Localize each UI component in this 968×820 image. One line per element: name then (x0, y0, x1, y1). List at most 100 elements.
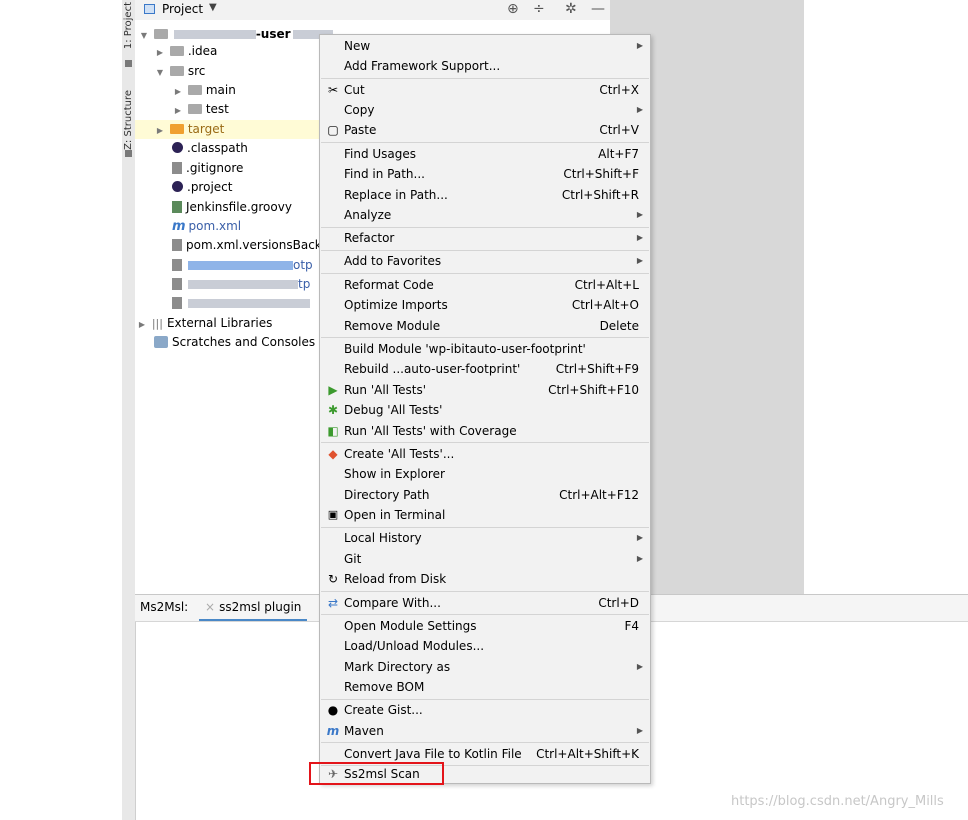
menu-item-paste[interactable]: ▢ Paste Ctrl+V (320, 120, 650, 140)
menu-shortcut: Ctrl+Alt+L (574, 278, 639, 292)
menu-item-module-settings[interactable]: Open Module Settings F4 (320, 616, 650, 636)
menu-item-build-module[interactable]: Build Module 'wp-ibitauto-user-footprint… (320, 339, 650, 359)
menu-item-create-gist[interactable]: ● Create Gist... (320, 700, 650, 720)
tree-item-redacted-1[interactable]: otp (172, 256, 313, 275)
menu-item-remove-bom[interactable]: Remove BOM (320, 677, 650, 697)
tree-item-label: target (187, 122, 225, 136)
menu-item-find-in-path[interactable]: Find in Path... Ctrl+Shift+F (320, 164, 650, 184)
menu-item-analyze[interactable]: Analyze ▶ (320, 205, 650, 225)
submenu-arrow-icon: ▶ (636, 233, 643, 242)
menu-item-add-framework[interactable]: Add Framework Support... (320, 56, 650, 76)
tree-item-test[interactable]: ▶ test (172, 100, 229, 119)
menu-item-optimize-imports[interactable]: Optimize Imports Ctrl+Alt+O (320, 295, 650, 315)
tree-item-pom[interactable]: m pom.xml (172, 217, 241, 236)
redacted-text (188, 261, 293, 270)
menu-item-replace-in-path[interactable]: Replace in Path... Ctrl+Shift+R (320, 185, 650, 205)
tree-item-idea[interactable]: ▶ .idea (154, 42, 217, 61)
menu-item-convert-kotlin[interactable]: Convert Java File to Kotlin File Ctrl+Alt… (320, 744, 650, 764)
folder-icon (187, 103, 202, 114)
menu-item-directory-path[interactable]: Directory Path Ctrl+Alt+F12 (320, 485, 650, 505)
expand-arrow-icon[interactable]: ▼ (138, 26, 150, 45)
tree-item-src[interactable]: ▼ src (154, 62, 205, 81)
tree-item-label: tp (298, 277, 311, 291)
menu-label: Refactor (344, 231, 395, 245)
menu-item-compare-with[interactable]: ⇄ Compare With... Ctrl+D (320, 593, 650, 613)
tree-item-label: Scratches and Consoles (172, 335, 316, 349)
menu-label: Show in Explorer (344, 467, 445, 481)
gear-icon[interactable]: ✲ (565, 1, 577, 17)
menu-item-rebuild[interactable]: Rebuild ...auto-user-footprint' Ctrl+Shif… (320, 359, 650, 379)
menu-shortcut: F4 (624, 619, 639, 633)
expand-arrow-icon[interactable]: ▶ (154, 43, 166, 62)
menu-item-find-usages[interactable]: Find Usages Alt+F7 (320, 144, 650, 164)
tree-item-external-libraries[interactable]: ▶ ||| External Libraries (136, 314, 272, 333)
tree-item-main[interactable]: ▶ main (172, 81, 236, 100)
redacted-text (173, 30, 256, 39)
expand-arrow-icon[interactable]: ▶ (154, 121, 166, 140)
menu-item-load-unload[interactable]: Load/Unload Modules... (320, 636, 650, 656)
menu-item-open-terminal[interactable]: ▣ Open in Terminal (320, 505, 650, 525)
tree-item-classpath[interactable]: .classpath (172, 139, 248, 158)
menu-label: Copy (344, 103, 375, 117)
tree-item-target[interactable]: ▶ target (154, 120, 224, 139)
menu-item-reformat[interactable]: Reformat Code Ctrl+Alt+L (320, 275, 650, 295)
tab-ss2msl-plugin[interactable]: × ss2msl plugin (199, 595, 308, 621)
submenu-arrow-icon: ▶ (636, 662, 643, 671)
menu-item-remove-module[interactable]: Remove Module Delete (320, 316, 650, 336)
tree-item-gitignore[interactable]: .gitignore (172, 159, 243, 178)
close-icon[interactable]: × (205, 600, 215, 614)
menu-shortcut: Delete (599, 319, 639, 333)
submenu-arrow-icon: ▶ (636, 726, 643, 735)
menu-label: Replace in Path... (344, 188, 448, 202)
run-icon: ▶ (328, 383, 338, 397)
project-side-tab[interactable]: 1: Project (122, 2, 135, 49)
menu-item-refactor[interactable]: Refactor ▶ (320, 228, 650, 248)
menu-separator (321, 337, 649, 338)
tab-label: ss2msl plugin (219, 600, 302, 614)
tree-item-project[interactable]: .project (172, 178, 232, 197)
crosshair-icon[interactable]: ⊕ (507, 1, 519, 17)
menu-separator (321, 614, 649, 615)
menu-item-run-coverage[interactable]: ◧ Run 'All Tests' with Coverage (320, 421, 650, 441)
menu-shortcut: Ctrl+V (599, 123, 639, 137)
menu-label: Create 'All Tests'... (344, 447, 455, 461)
expand-arrow-icon[interactable]: ▶ (172, 101, 184, 120)
collapse-icon[interactable]: ÷ (533, 1, 545, 17)
menu-label: Run 'All Tests' (344, 383, 426, 397)
menu-item-new[interactable]: New ▶ (320, 36, 650, 56)
maven-icon: m (326, 724, 340, 738)
tree-item-scratches[interactable]: Scratches and Consoles (154, 333, 315, 352)
tree-item-redacted-3[interactable] (172, 294, 310, 313)
menu-label: Cut (344, 83, 365, 97)
tree-item-jenkinsfile[interactable]: Jenkinsfile.groovy (172, 198, 292, 217)
menu-item-git[interactable]: Git ▶ (320, 549, 650, 569)
minimize-icon[interactable]: — (591, 1, 605, 17)
tree-item-label: Jenkinsfile.groovy (186, 200, 292, 214)
menu-item-mark-directory[interactable]: Mark Directory as ▶ (320, 657, 650, 677)
expand-arrow-icon[interactable]: ▶ (172, 82, 184, 101)
annotation-highlight-box (309, 762, 444, 785)
menu-item-run-tests[interactable]: ▶ Run 'All Tests' Ctrl+Shift+F10 (320, 380, 650, 400)
menu-item-debug-tests[interactable]: ✱ Debug 'All Tests' (320, 400, 650, 420)
debug-bug-icon: ✱ (327, 403, 339, 417)
menu-item-create-tests[interactable]: ◆ Create 'All Tests'... (320, 444, 650, 464)
tree-item-redacted-2[interactable]: tp (172, 275, 310, 294)
tree-item-label: .idea (187, 44, 218, 58)
menu-item-maven[interactable]: m Maven ▶ (320, 721, 650, 741)
expand-arrow-icon[interactable]: ▼ (154, 63, 166, 82)
folder-orange-icon (169, 123, 184, 134)
chevron-down-icon[interactable]: ▼ (209, 2, 217, 13)
file-icon (172, 296, 182, 309)
menu-item-show-explorer[interactable]: Show in Explorer (320, 464, 650, 484)
menu-item-local-history[interactable]: Local History ▶ (320, 528, 650, 548)
menu-item-reload-disk[interactable]: ↻ Reload from Disk (320, 569, 650, 589)
menu-item-copy[interactable]: Copy ▶ (320, 100, 650, 120)
menu-item-add-favorites[interactable]: Add to Favorites ▶ (320, 251, 650, 271)
structure-side-tab[interactable]: Z: Structure (122, 90, 135, 150)
project-view-selector[interactable]: Project (162, 2, 203, 16)
gitignore-icon (172, 161, 182, 174)
tree-item-pom-backup[interactable]: pom.xml.versionsBacku (172, 236, 329, 255)
expand-arrow-icon[interactable]: ▶ (136, 315, 148, 334)
menu-item-cut[interactable]: ✂ Cut Ctrl+X (320, 80, 650, 100)
eclipse-icon (172, 142, 183, 153)
